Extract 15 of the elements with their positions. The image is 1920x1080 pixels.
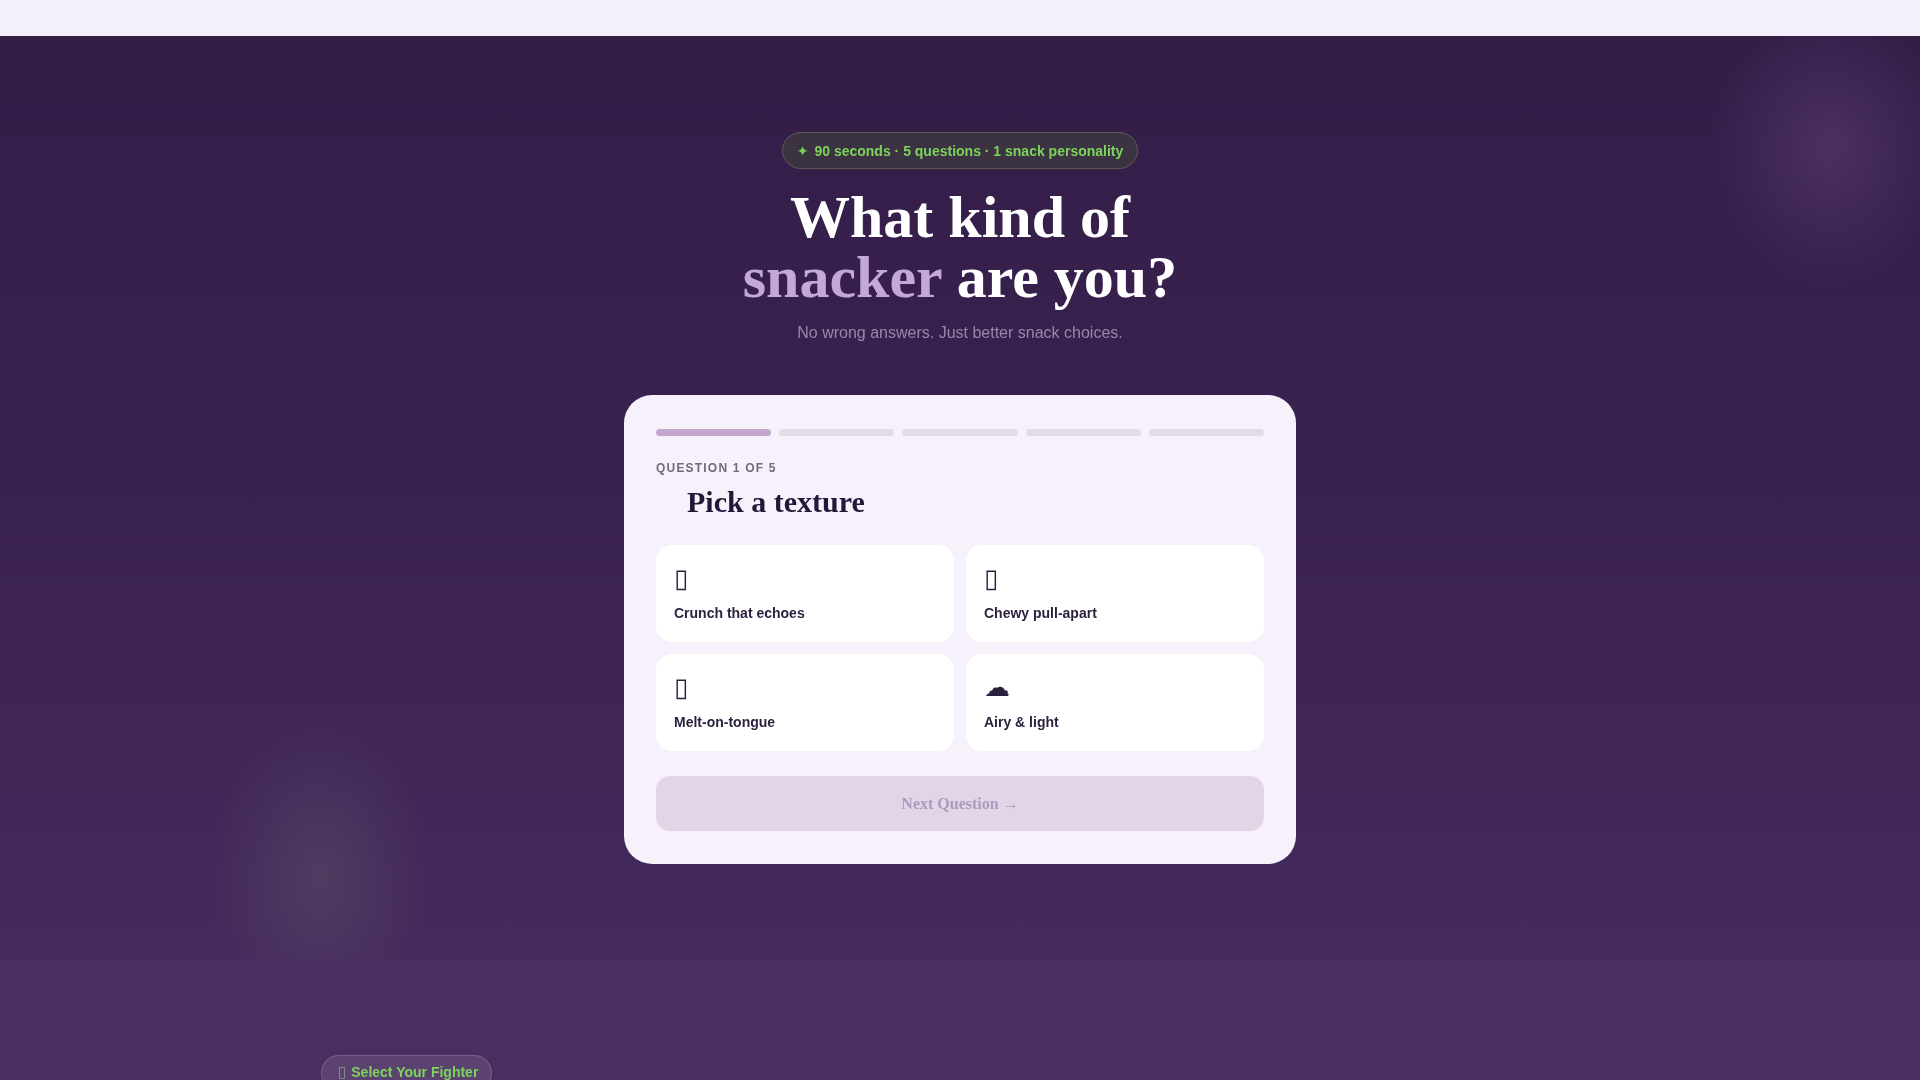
section-pill-text: Select Your Fighter xyxy=(351,1064,479,1080)
symbol-icon: ▯ xyxy=(674,672,689,702)
page-subtitle: No wrong answers. Just better snack choices. xyxy=(797,323,1123,343)
rectangle-icon: ▯ xyxy=(338,1064,347,1080)
answer-option[interactable]: ☁ Airy & light xyxy=(966,654,1264,751)
sparkle-icon: ✦ xyxy=(796,142,809,159)
symbol-icon: ▯ xyxy=(674,563,689,593)
symbol-icon: ▯ xyxy=(984,563,999,593)
answer-option[interactable]: ▯ Crunch that echoes xyxy=(656,545,954,642)
info-pill-text: 90 seconds · 5 questions · 1 snack personality xyxy=(814,142,1124,159)
answer-option[interactable]: ▯ Chewy pull-apart xyxy=(966,545,1264,642)
answer-option[interactable]: ▯ Melt-on-tongue xyxy=(656,654,954,751)
question-counter: QUESTION 1 OF 5 xyxy=(656,460,778,476)
question-title: Pick a texture xyxy=(686,484,866,520)
symbol-icon: ☁ xyxy=(984,672,1010,702)
